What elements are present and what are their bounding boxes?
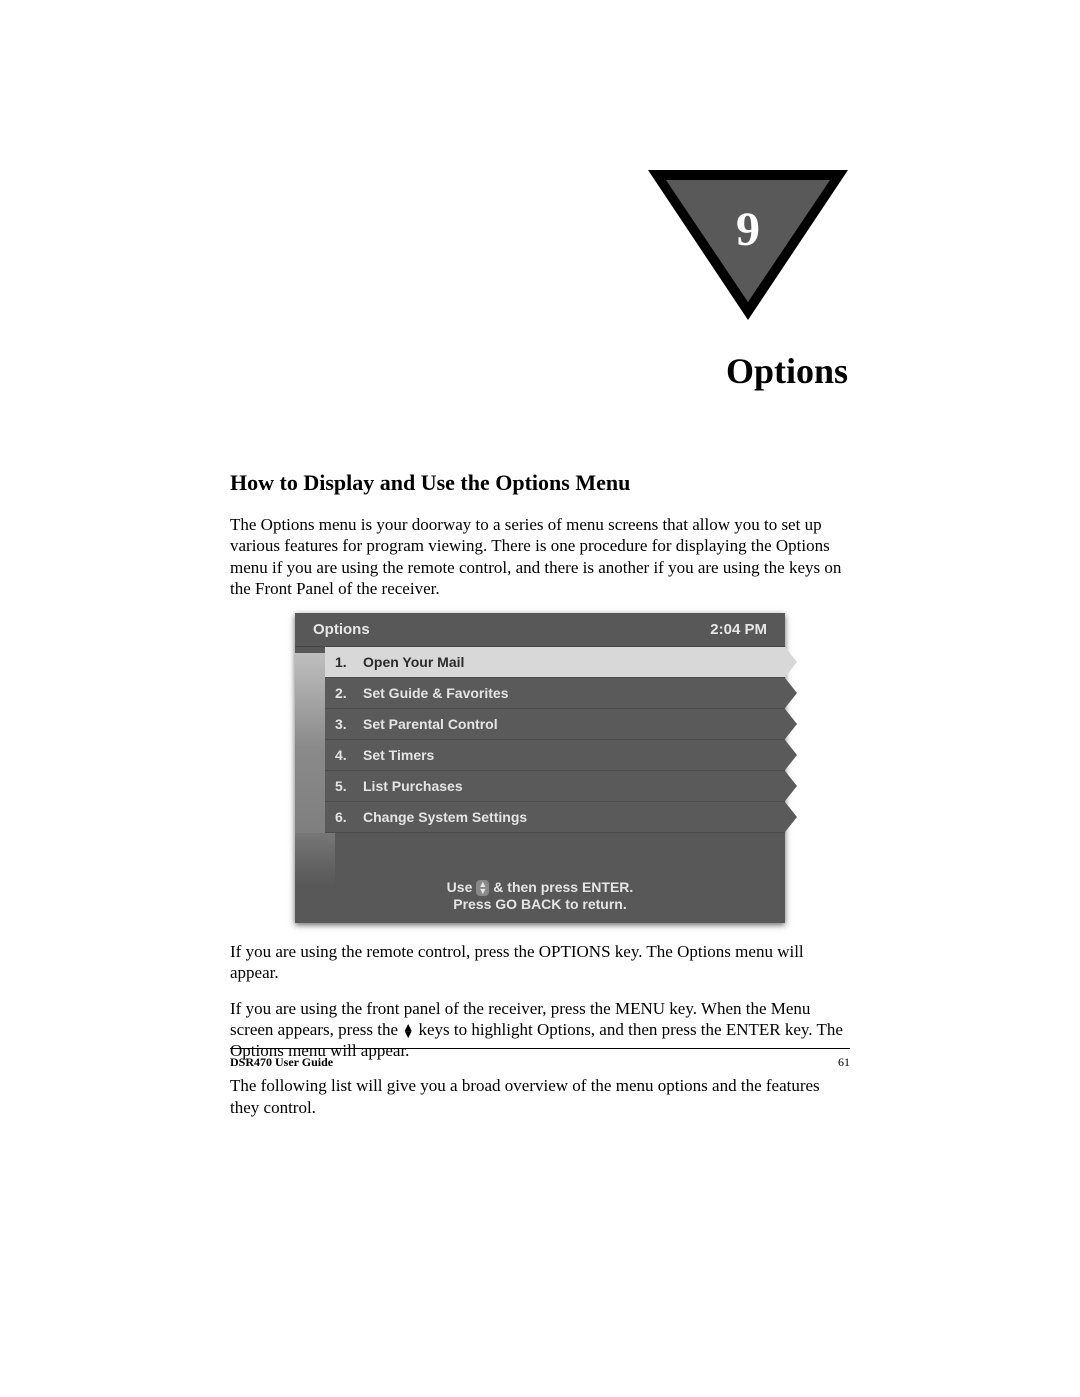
chapter-badge: 9 (648, 170, 848, 370)
screenshot-item-set-timers[interactable]: 4. Set Timers (325, 740, 785, 771)
updown-arrows-icon: ▲▼ (402, 1024, 414, 1038)
screenshot-item-label: Set Timers (363, 747, 434, 763)
options-menu-screenshot: Options 2:04 PM 1. Open Your Mail 2. Set… (295, 613, 785, 923)
screenshot-footer: Use ▲▼ & then press ENTER. Press GO BACK… (295, 833, 785, 923)
screenshot-item-label: Open Your Mail (363, 654, 464, 670)
screenshot-item-number: 1. (325, 654, 363, 670)
section-heading: How to Display and Use the Options Menu (230, 470, 850, 496)
screenshot-item-label: List Purchases (363, 778, 463, 794)
screenshot-footer-text: Use (447, 879, 473, 896)
screenshot-item-number: 3. (325, 716, 363, 732)
footer-guide-name: DSR470 User Guide (230, 1055, 333, 1070)
screenshot-item-number: 6. (325, 809, 363, 825)
screenshot-item-parental-control[interactable]: 3. Set Parental Control (325, 709, 785, 740)
screenshot-item-number: 5. (325, 778, 363, 794)
screenshot-footer-text: & then press ENTER. (493, 879, 633, 896)
screenshot-menu-items: 1. Open Your Mail 2. Set Guide & Favorit… (325, 647, 785, 833)
screenshot-item-list-purchases[interactable]: 5. List Purchases (325, 771, 785, 802)
chapter-number: 9 (648, 202, 848, 257)
screenshot-item-label: Set Guide & Favorites (363, 685, 508, 701)
screenshot-item-open-mail[interactable]: 1. Open Your Mail (325, 647, 785, 678)
screenshot-footer-line1: Use ▲▼ & then press ENTER. (447, 879, 634, 896)
updown-arrows-icon: ▲▼ (476, 880, 489, 896)
overview-paragraph: The following list will give you a broad… (230, 1075, 850, 1118)
content-block: How to Display and Use the Options Menu … (230, 470, 850, 1132)
screenshot-item-number: 2. (325, 685, 363, 701)
screenshot-footer-line2: Press GO BACK to return. (453, 896, 626, 913)
page-footer: DSR470 User Guide 61 (230, 1048, 850, 1070)
screenshot-item-number: 4. (325, 747, 363, 763)
screenshot-item-guide-favorites[interactable]: 2. Set Guide & Favorites (325, 678, 785, 709)
footer-page-number: 61 (838, 1055, 850, 1070)
intro-paragraph: The Options menu is your doorway to a se… (230, 514, 850, 599)
remote-paragraph: If you are using the remote control, pre… (230, 941, 850, 984)
screenshot-header: Options 2:04 PM (295, 613, 785, 647)
screenshot-footer-text: Press GO BACK to return. (453, 896, 626, 913)
screenshot-header-title: Options (313, 621, 370, 638)
screenshot-item-system-settings[interactable]: 6. Change System Settings (325, 802, 785, 833)
screenshot-item-label: Set Parental Control (363, 716, 498, 732)
screenshot-item-label: Change System Settings (363, 809, 527, 825)
screenshot-header-time: 2:04 PM (710, 621, 767, 638)
page: 9 Options How to Display and Use the Opt… (0, 0, 1080, 1397)
chapter-title: Options (726, 350, 848, 392)
